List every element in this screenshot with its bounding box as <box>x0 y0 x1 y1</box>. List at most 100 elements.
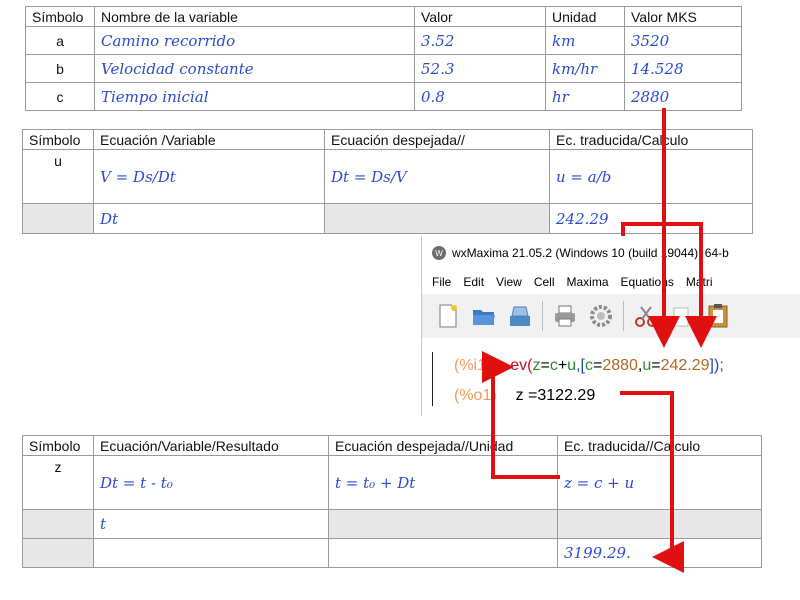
value-cell: 3.52 <box>414 26 546 55</box>
header-solved: Ecuación despejada// <box>324 129 550 150</box>
input-var-c: c <box>549 357 558 374</box>
input-line[interactable]: (%i1) ev(z=c+u,[c=2880,u=242.29]); <box>454 357 724 375</box>
toolbar-divider <box>623 301 624 331</box>
unit-cell: km <box>545 26 625 55</box>
equation-table-2: Símbolo Ecuación/Variable/Resultado Ecua… <box>22 435 762 568</box>
symbol-cell: a <box>25 26 95 55</box>
header-mks-value: Valor MKS <box>624 6 742 27</box>
header-solved: Ecuación despejada//Unidad <box>328 435 558 456</box>
wxmaxima-logo-icon: W <box>432 246 446 260</box>
translated-cell: u = a/b <box>549 149 753 204</box>
translated-cell: z = c + u <box>557 455 762 510</box>
name-cell: Camino recorrido <box>94 26 415 55</box>
equation-cell <box>93 538 329 568</box>
input-function: ev( <box>510 357 533 374</box>
header-equation: Ecuación /Variable <box>93 129 325 150</box>
input-var-u: u <box>567 357 577 374</box>
input-bracket-close: ]); <box>709 357 724 374</box>
unit-cell: hr <box>545 82 625 111</box>
variables-table: Símbolo Nombre de la variable Valor Unid… <box>25 6 742 111</box>
solved-cell <box>328 538 558 568</box>
menu-maxima[interactable]: Maxima <box>567 275 609 289</box>
window-title: wxMaxima 21.05.2 (Windows 10 (build 1904… <box>452 246 729 260</box>
menu-equations[interactable]: Equations <box>621 275 674 289</box>
input-plus: + <box>557 357 568 374</box>
menu-matrix[interactable]: Matri <box>686 275 713 289</box>
input-equals: = <box>592 357 603 374</box>
menu-file[interactable]: File <box>432 275 451 289</box>
mks-cell: 3520 <box>624 26 742 55</box>
solved-cell <box>328 509 558 539</box>
output-result: z =3122.29 <box>515 387 596 404</box>
table-row: b Velocidad constante 52.3 km/hr 14.528 <box>25 54 742 83</box>
equation-cell: Dt = t - t₀ <box>93 455 329 510</box>
table-row: z Dt = t - t₀ t = t₀ + Dt z = c + u <box>22 455 762 510</box>
header-symbol: Símbolo <box>25 6 95 27</box>
toolbar-divider <box>542 301 543 331</box>
settings-icon[interactable] <box>587 302 615 330</box>
symbol-cell <box>22 509 94 539</box>
equation-cell: V = Ds/Dt <box>93 149 325 204</box>
output-line: (%o1) z =3122.29 <box>454 387 595 405</box>
table-row: Dt 242.29 <box>22 203 753 234</box>
input-equals: = <box>651 357 661 374</box>
new-file-icon[interactable] <box>434 302 462 330</box>
header-translated: Ec. traducida/Calculo <box>549 129 753 150</box>
menu-edit[interactable]: Edit <box>463 275 484 289</box>
name-cell: Tiempo inicial <box>94 82 415 111</box>
save-icon[interactable] <box>506 302 534 330</box>
print-icon[interactable] <box>551 302 579 330</box>
symbol-cell: z <box>22 455 94 510</box>
toolbar <box>422 294 800 338</box>
header-value: Valor <box>414 6 546 27</box>
value-cell: 0.8 <box>414 82 546 111</box>
translated-cell: 242.29 <box>549 203 753 234</box>
table-row: 3199.29. <box>22 538 762 568</box>
symbol-cell: u <box>22 149 94 204</box>
paste-icon[interactable] <box>704 302 732 330</box>
solved-cell: t = t₀ + Dt <box>328 455 558 510</box>
input-equals: = <box>540 357 550 374</box>
input-number: 2880 <box>602 357 638 374</box>
maxima-cell[interactable]: (%i1) ev(z=c+u,[c=2880,u=242.29]); (%o1)… <box>422 342 800 416</box>
symbol-cell <box>22 203 94 234</box>
output-label: (%o1) <box>454 387 497 404</box>
value-cell: 52.3 <box>414 54 546 83</box>
header-variable-name: Nombre de la variable <box>94 6 415 27</box>
equation-cell: t <box>93 509 329 539</box>
input-var-c: c <box>584 357 593 374</box>
copy-icon[interactable] <box>668 302 696 330</box>
input-number: 242.29 <box>660 357 710 374</box>
translated-cell: 3199.29. <box>557 538 762 568</box>
mks-cell: 14.528 <box>624 54 742 83</box>
name-cell: Velocidad constante <box>94 54 415 83</box>
wxmaxima-window: W wxMaxima 21.05.2 (Windows 10 (build 19… <box>421 236 800 416</box>
solved-cell: Dt = Ds/V <box>324 149 550 204</box>
menu-bar: File Edit View Cell Maxima Equations Mat… <box>422 270 800 294</box>
translated-cell <box>557 509 762 539</box>
header-unit: Unidad <box>545 6 625 27</box>
input-var-u: u <box>642 357 652 374</box>
symbol-cell: b <box>25 54 95 83</box>
table-row: u V = Ds/Dt Dt = Ds/V u = a/b <box>22 149 753 204</box>
cell-bracket[interactable] <box>432 352 445 406</box>
header-equation: Ecuación/Variable/Resultado <box>93 435 329 456</box>
menu-view[interactable]: View <box>496 275 522 289</box>
equation-cell: Dt <box>93 203 325 234</box>
open-folder-icon[interactable] <box>470 302 498 330</box>
table-row: c Tiempo inicial 0.8 hr 2880 <box>25 82 742 111</box>
header-symbol: Símbolo <box>22 129 94 150</box>
table-row: t <box>22 509 762 539</box>
cut-icon[interactable] <box>632 302 660 330</box>
table-row: a Camino recorrido 3.52 km 3520 <box>25 26 742 55</box>
mks-cell: 2880 <box>624 82 742 111</box>
symbol-cell: c <box>25 82 95 111</box>
equation-table-1: Símbolo Ecuación /Variable Ecuación desp… <box>22 129 753 234</box>
header-translated: Ec. traducida//Calculo <box>557 435 762 456</box>
title-bar: W wxMaxima 21.05.2 (Windows 10 (build 19… <box>422 236 800 270</box>
unit-cell: km/hr <box>545 54 625 83</box>
symbol-cell <box>22 538 94 568</box>
input-bracket-open: ,[ <box>576 357 585 374</box>
solved-cell <box>324 203 550 234</box>
menu-cell[interactable]: Cell <box>534 275 555 289</box>
